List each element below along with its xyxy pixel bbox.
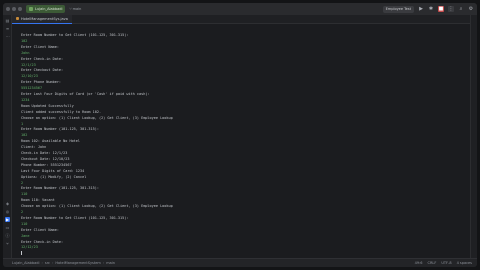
title-bar-actions: Employee Test ▶ ✱ ■ ⋮ ⌕ ⚙ [382,5,474,13]
console-output-line: Checkout Date: 12/10/23 [21,156,70,161]
bug-icon[interactable]: ✱ [428,6,434,12]
indent-setting[interactable]: 4 spaces [457,261,472,265]
console-input-line: 1 [21,121,24,126]
maximize-window-button[interactable] [18,7,22,11]
right-tool-strip [470,15,477,258]
status-widgets: 49:6 CRLF UTF-8 4 spaces [415,261,472,265]
branch-icon: ⑂ [69,7,72,11]
console-output-line: Enter Room Number (101-125, 301-315): [21,127,99,132]
file-encoding[interactable]: UTF-8 [441,261,451,265]
stop-icon[interactable]: ■ [438,6,444,12]
console-output-line: Options: (1) Modify, (2) Cancel [21,174,87,179]
crumb-method[interactable]: main [106,261,115,265]
play-icon[interactable]: ▶ [418,6,424,12]
screen-background: Lujain_Alabbadi ⑂ main Employee Test ▶ ✱… [0,0,480,270]
console-output-line: Enter Client Name: [21,44,59,49]
console-input-line: 2 [21,210,24,214]
breadcrumb: Lujain_Alabbadi › src › HotelManagementS… [12,261,115,265]
gear-icon[interactable]: ⚙ [468,6,474,12]
more-icon[interactable]: ⋮ [448,6,454,12]
branch-selector[interactable]: ⑂ main [69,7,81,11]
crumb-project[interactable]: Lujain_Alabbadi [12,261,39,265]
console-output-line: Enter Room Number to Get Client (101-125… [21,215,129,220]
crumb-class[interactable]: HotelManagementSystem [55,261,100,265]
console-output-line: Phone Number: 5551234567 [21,162,72,167]
console-input-line: 110 [21,192,28,197]
console-input-line: 110 [21,221,28,226]
console-output-line: Last Four Digits of Card: 1234 [21,168,85,173]
services-icon[interactable]: ◎ [5,209,10,214]
branch-name: main [72,7,82,11]
input-caret [21,251,22,255]
console-input-line: 5551234567 [21,86,43,91]
console-output-line: Enter Room Number to Get Client (101-125… [21,33,129,37]
line-separator[interactable]: CRLF [428,261,437,265]
structure-icon[interactable]: ≡ [5,26,10,31]
run-console[interactable]: Enter Room Number to Get Client (101-125… [13,25,468,257]
console-input-line: 2 [21,180,24,185]
chevron-right-icon: › [52,261,54,265]
folder-icon[interactable]: ▤ [5,18,10,23]
console-input-line: 102 [21,133,28,138]
problems-icon[interactable]: ⓘ [5,233,10,238]
console-input-line: 1234 [21,97,30,102]
console-output-line: Client: John [21,145,47,150]
console-input-line: 12/10/23 [21,74,38,79]
run-configuration-select[interactable]: Employee Test [382,5,414,13]
tab-label: HotelManagementSys.java [21,16,68,21]
close-window-button[interactable] [6,7,10,11]
git-icon[interactable]: ⑂ [5,241,10,246]
console-output-line: Enter Last Four Digits of Card (or 'Cash… [21,92,150,96]
console-output-line: Enter Check-in Date: [21,239,64,244]
title-bar: Lujain_Alabbadi ⑂ main Employee Test ▶ ✱… [3,3,477,15]
terminal-icon[interactable]: ▭ [5,225,10,230]
console-input-line: 12/12/23 [21,245,38,250]
java-file-icon [16,17,19,20]
console-input-line: John [21,50,30,55]
run-tab-bar: HotelManagementSys.java [12,14,477,24]
project-selector[interactable]: Lujain_Alabbadi [26,5,66,13]
console-output-line: Room 110: Vacant [21,198,55,203]
console-output-line: Choose an option: (1) Client Lookup, (2)… [21,115,173,120]
crumb-src[interactable]: src [45,261,50,265]
console-input-line: 102 [21,38,28,43]
left-tool-strip: ▤ ≡ ⋯ ◈ ◎ ▶ ▭ ⓘ ⑂ [3,15,12,258]
project-badge-icon [29,7,33,11]
more-tools-icon[interactable]: ⋯ [5,34,10,39]
chevron-right-icon: › [102,261,105,265]
cursor-position[interactable]: 49:6 [415,261,423,265]
console-output-line: Room Updated Successfully [21,103,74,108]
console-output-line: Enter Room Number (101-125, 301-315): [21,186,99,191]
minimize-window-button[interactable] [12,7,16,11]
console-input-line: 12/1/23 [21,62,36,67]
console-output-line: Client added successfully to Room 102. [21,109,102,114]
status-bar: Lujain_Alabbadi › src › HotelManagementS… [3,258,477,267]
project-name: Lujain_Alabbadi [35,7,63,11]
search-icon[interactable]: ⌕ [458,6,464,12]
console-output-line: Enter Client Name: [21,227,59,232]
console-output-line: Enter Check-in Date: [21,56,64,61]
console-output-line: Enter Checkout Date: [21,68,64,73]
tab-run-output[interactable]: HotelManagementSys.java [12,14,72,24]
ide-window: Lujain_Alabbadi ⑂ main Employee Test ▶ ✱… [3,3,477,267]
run-configuration-label: Employee Test [385,7,411,11]
console-output-line: Enter Phone Number: [21,80,62,85]
run-tool-icon[interactable]: ▶ [5,217,10,222]
window-controls [6,7,22,11]
console-output-line: Check-in Date: 12/1/23 [21,151,68,155]
plugin-icon[interactable]: ◈ [5,201,10,206]
chevron-right-icon: › [41,261,43,265]
console-output-line: Choose an option: (1) Client Lookup, (2)… [21,204,173,209]
console-output-line: Room 102: Available No Hotel [21,139,81,144]
console-input-line: Jane [21,233,30,238]
